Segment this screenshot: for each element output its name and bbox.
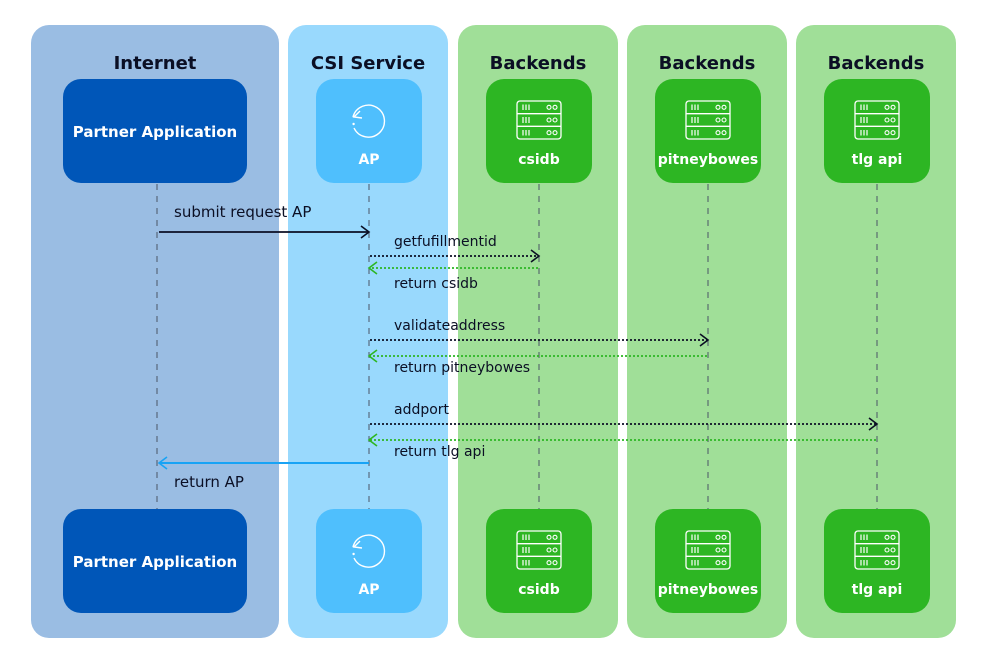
participant-pitneybowes-bottom[interactable]: pitneybowes [655,509,761,613]
participant-pitneybowes-top[interactable]: pitneybowes [655,79,761,183]
participant-tlgapi-bottom[interactable]: tlg api [824,509,930,613]
server-icon [516,530,562,570]
participant-csidb-bottom[interactable]: csidb [486,509,592,613]
participant-label: csidb [518,152,560,168]
message-label-validateaddress: validateaddress [394,318,506,334]
participant-label: Partner Application [72,123,238,141]
message-label-getfufillmentid: getfufillmentid [394,234,497,250]
participant-label: csidb [518,582,560,598]
message-label-return-csidb: return csidb [394,276,478,292]
server-icon [685,100,731,140]
participant-ap-top[interactable]: AP [316,79,422,183]
server-icon [685,530,731,570]
server-icon [516,100,562,140]
message-label-addport: addport [394,402,450,418]
participant-label: pitneybowes [657,152,759,168]
message-label-submit-request: submit request AP [174,203,312,221]
participant-label: AP [358,152,380,168]
participant-label: tlg api [851,582,903,598]
participant-label: tlg api [851,152,903,168]
server-icon [854,100,900,140]
participant-partner-bottom[interactable]: Partner Application [63,509,247,613]
participant-csidb-top[interactable]: csidb [486,79,592,183]
message-label-return-ap: return AP [174,473,244,491]
participant-partner-top[interactable]: Partner Application [63,79,247,183]
refresh-icon [352,534,386,568]
participant-label: AP [358,582,380,598]
participant-tlgapi-top[interactable]: tlg api [824,79,930,183]
server-icon [854,530,900,570]
participant-label: pitneybowes [657,582,759,598]
message-label-return-pitneybowes: return pitneybowes [394,360,531,376]
participant-ap-bottom[interactable]: AP [316,509,422,613]
participant-label: Partner Application [72,553,238,571]
message-label-return-tlgapi: return tlg api [394,444,486,460]
refresh-icon [352,104,386,138]
